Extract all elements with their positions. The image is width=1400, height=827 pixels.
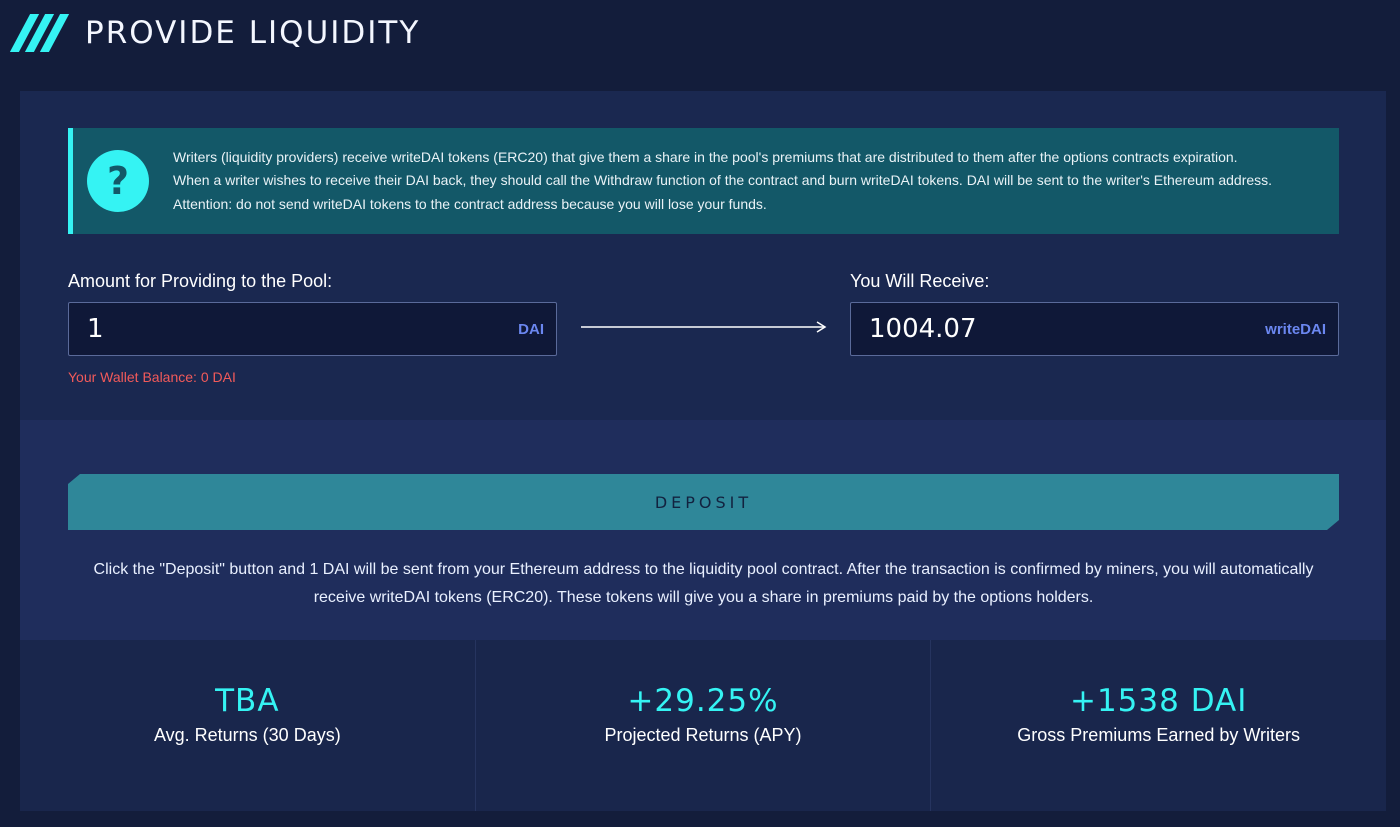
stats-section: TBA Avg. Returns (30 Days) +29.25% Proje… bbox=[20, 640, 1386, 811]
provide-amount-unit: DAI bbox=[518, 320, 544, 338]
receive-amount-label: You Will Receive: bbox=[850, 271, 990, 291]
stat-avg-returns: TBA Avg. Returns (30 Days) bbox=[20, 640, 475, 811]
provide-amount-value[interactable]: 1 bbox=[87, 314, 104, 344]
provide-liquidity-page: PROVIDE LIQUIDITY ? Writers (liquidity p… bbox=[0, 0, 1400, 827]
info-text: Writers (liquidity providers) receive wr… bbox=[173, 148, 1273, 212]
info-box: ? Writers (liquidity providers) receive … bbox=[68, 128, 1339, 234]
receive-amount-field: 1004.07 writeDAI bbox=[850, 302, 1339, 356]
deposit-button[interactable]: DEPOSIT bbox=[68, 474, 1339, 530]
stat-projected-returns: +29.25% Projected Returns (APY) bbox=[474, 640, 931, 811]
receive-amount-unit: writeDAI bbox=[1265, 320, 1326, 338]
slashes-logo-icon bbox=[9, 14, 70, 52]
receive-amount-value: 1004.07 bbox=[869, 314, 977, 344]
stat-value: +29.25% bbox=[627, 683, 779, 719]
stat-label: Projected Returns (APY) bbox=[604, 725, 802, 745]
input-section: ? Writers (liquidity providers) receive … bbox=[20, 91, 1386, 420]
stat-value: +1538 DAI bbox=[1069, 683, 1248, 719]
provide-amount-input[interactable]: 1 DAI bbox=[68, 302, 557, 356]
arrow-right-icon bbox=[581, 321, 827, 333]
stat-value: TBA bbox=[215, 683, 280, 719]
stat-label: Gross Premiums Earned by Writers bbox=[1017, 725, 1301, 745]
page-header: PROVIDE LIQUIDITY bbox=[9, 8, 421, 58]
liquidity-card: ? Writers (liquidity providers) receive … bbox=[20, 91, 1386, 811]
question-icon: ? bbox=[87, 150, 149, 212]
stat-label: Avg. Returns (30 Days) bbox=[153, 725, 341, 745]
stat-gross-premiums: +1538 DAI Gross Premiums Earned by Write… bbox=[930, 640, 1386, 811]
deposit-section: DEPOSIT Click the "Deposit" button and 1… bbox=[20, 420, 1386, 640]
page-title: PROVIDE LIQUIDITY bbox=[85, 15, 421, 51]
provide-amount-label: Amount for Providing to the Pool: bbox=[68, 271, 333, 291]
wallet-balance: Your Wallet Balance: 0 DAI bbox=[68, 369, 236, 385]
deposit-note: Click the "Deposit" button and 1 DAI wil… bbox=[93, 561, 1314, 606]
